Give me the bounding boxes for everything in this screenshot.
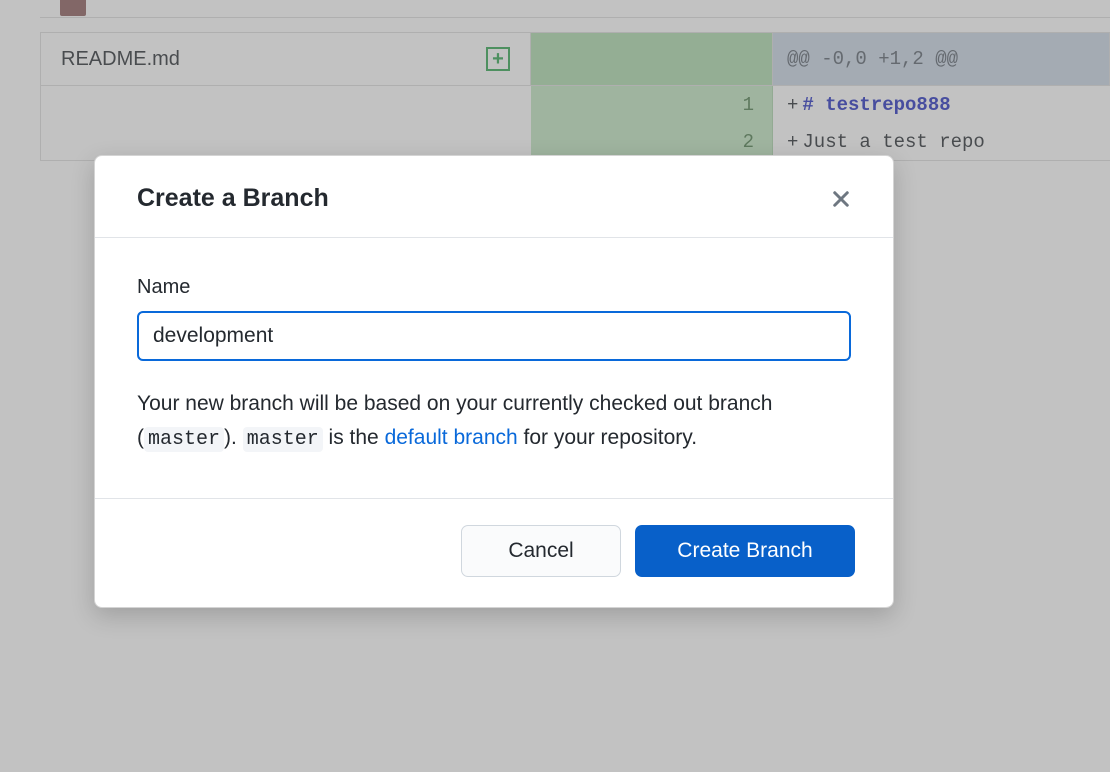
code-chip: master — [243, 427, 323, 452]
modal-title: Create a Branch — [137, 184, 329, 213]
branch-name-input[interactable] — [137, 311, 851, 361]
create-branch-modal: Create a Branch Name Your new branch wil… — [94, 155, 894, 608]
close-button[interactable] — [827, 185, 855, 213]
name-label: Name — [137, 276, 851, 299]
modal-header: Create a Branch — [95, 156, 893, 238]
cancel-button[interactable]: Cancel — [461, 525, 621, 577]
code-chip: master — [144, 427, 224, 452]
create-branch-button[interactable]: Create Branch — [635, 525, 855, 577]
close-icon — [831, 189, 851, 209]
help-text: Your new branch will be based on your cu… — [137, 387, 851, 456]
default-branch-link[interactable]: default branch — [385, 426, 518, 449]
modal-footer: Cancel Create Branch — [95, 498, 893, 607]
modal-body: Name Your new branch will be based on yo… — [95, 238, 893, 498]
